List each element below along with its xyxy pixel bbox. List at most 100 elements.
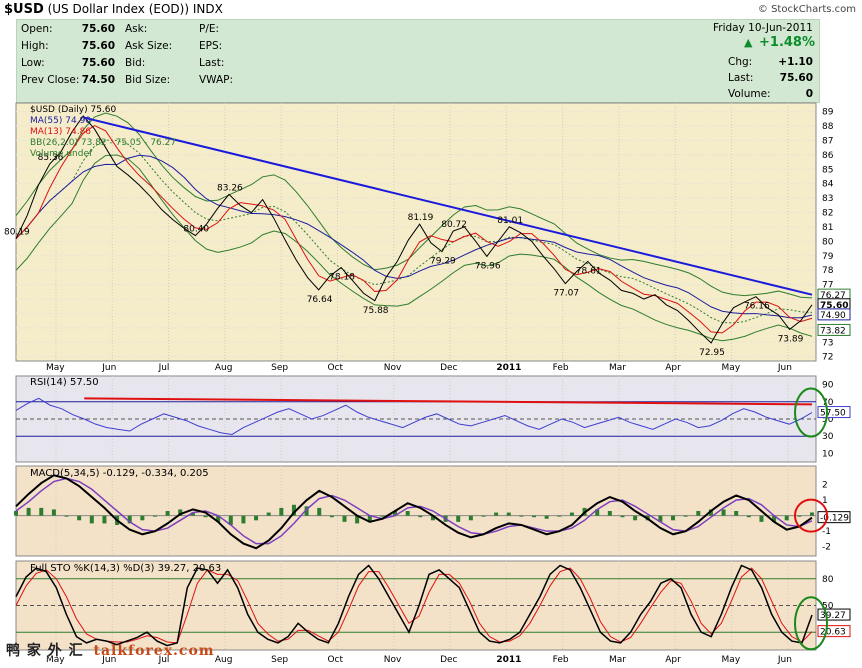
- y-tick-label: 78: [822, 266, 834, 276]
- legend-entry: BB(26,2.0) 73.82 - 75.05 - 76.27: [30, 138, 176, 148]
- price-annotation: 78.61: [576, 266, 602, 276]
- macd-histogram-bar: [544, 515, 549, 519]
- price-value-label: 73.82: [820, 326, 846, 336]
- legend-entry: MA(13) 74.86: [30, 127, 91, 137]
- x-tick-label: Aug: [215, 363, 233, 373]
- x-tick-label: Feb: [553, 655, 569, 665]
- y-tick-label: 10: [822, 449, 834, 459]
- x-tick-label: Mar: [609, 363, 626, 373]
- macd-histogram-bar: [633, 515, 638, 521]
- y-tick-label: 79: [822, 252, 834, 262]
- y-tick-label: 82: [822, 209, 833, 219]
- x-tick-label: Nov: [384, 363, 402, 373]
- macd-histogram-bar: [557, 515, 562, 517]
- y-tick-label: 89: [822, 108, 834, 118]
- y-tick-label: -2: [822, 543, 831, 553]
- macd-histogram-bar: [102, 515, 107, 524]
- x-tick-label: Nov: [384, 655, 402, 665]
- macd-histogram-bar: [266, 512, 271, 516]
- macd-histogram-bar: [797, 515, 802, 517]
- x-tick-label: Dec: [440, 363, 457, 373]
- macd-histogram-bar: [784, 515, 789, 521]
- x-tick-label: Apr: [665, 363, 681, 373]
- sto-value-label: 20.63: [820, 628, 846, 638]
- macd-histogram-bar: [607, 511, 612, 516]
- macd-histogram-bar: [810, 512, 814, 516]
- macd-histogram-bar: [569, 512, 574, 516]
- macd-histogram-bar: [734, 511, 739, 516]
- price-annotation: 77.07: [553, 289, 579, 299]
- macd-value-label: -0.129: [820, 514, 849, 524]
- macd-histogram-bar: [329, 515, 334, 518]
- macd-histogram-bar: [140, 515, 145, 521]
- legend-entry: $USD (Daily) 75.60: [30, 105, 117, 115]
- x-tick-label: Aug: [215, 655, 233, 665]
- y-tick-label: 72: [822, 353, 833, 363]
- x-tick-label: May: [722, 363, 741, 373]
- macd-histogram-bar: [468, 515, 473, 521]
- macd-histogram-bar: [519, 515, 524, 517]
- legend-entry: Volume undef: [30, 149, 93, 159]
- y-tick-label: 85: [822, 165, 833, 175]
- price-annotation: 83.26: [217, 183, 243, 193]
- macd-histogram-bar: [380, 515, 385, 517]
- chart-canvas: MayMayJunJunJulJulAugAugSepSepOctOctNovN…: [4, 102, 851, 665]
- price-annotation: 81.01: [497, 216, 523, 226]
- macd-histogram-bar: [494, 512, 499, 516]
- price-annotation: 78.96: [475, 261, 501, 271]
- macd-histogram-bar: [203, 515, 208, 518]
- y-tick-label: 90: [822, 381, 834, 391]
- price-annotation: 75.88: [363, 306, 389, 316]
- y-tick-label: 83: [822, 194, 833, 204]
- macd-histogram-bar: [696, 511, 701, 516]
- macd-histogram-bar: [152, 515, 157, 517]
- macd-histogram-bar: [671, 515, 676, 521]
- y-tick-label: 84: [822, 180, 834, 190]
- x-tick-label: May: [722, 655, 741, 665]
- x-tick-label: Feb: [553, 363, 569, 373]
- macd-histogram-bar: [620, 515, 625, 518]
- panel-bg-2: [15, 465, 817, 557]
- price-annotation: 78.18: [329, 273, 355, 283]
- sto-value-label: 39.27: [820, 611, 846, 621]
- macd-histogram-bar: [89, 515, 94, 524]
- rsi-value-label: 57.50: [820, 409, 846, 419]
- macd-histogram-bar: [481, 515, 486, 517]
- price-value-label: 74.90: [820, 311, 846, 321]
- price-annotation: 80.19: [4, 228, 30, 238]
- macd-histogram-bar: [418, 515, 423, 518]
- x-tick-label: Oct: [327, 363, 343, 373]
- x-tick-label: Oct: [327, 655, 343, 665]
- x-tick-label: 2011: [496, 655, 521, 665]
- x-tick-label: Jun: [777, 363, 792, 373]
- macd-histogram-bar: [506, 512, 511, 516]
- macd-histogram-bar: [683, 515, 688, 517]
- y-tick-label: 80: [822, 237, 834, 247]
- legend-entry: MA(55) 74.90: [30, 116, 91, 126]
- macd-histogram-bar: [254, 515, 259, 521]
- price-annotation: 80.40: [183, 225, 209, 235]
- macd-histogram-bar: [39, 507, 44, 516]
- y-tick-label: 73: [822, 338, 833, 348]
- x-tick-label: Sep: [271, 363, 288, 373]
- y-tick-label: 87: [822, 136, 833, 146]
- macd-legend: MACD(5,34,5) -0.129, -0.334, 0.205: [30, 468, 209, 479]
- price-annotation: 73.89: [778, 334, 804, 344]
- y-tick-label: 80: [822, 575, 834, 585]
- price-annotation: 80.72: [441, 220, 467, 230]
- macd-histogram-bar: [64, 515, 69, 517]
- price-annotation: 76.16: [744, 302, 770, 312]
- x-tick-label: Jul: [158, 363, 170, 373]
- macd-histogram-bar: [721, 509, 726, 516]
- y-tick-label: 81: [822, 223, 833, 233]
- x-tick-label: Apr: [665, 655, 681, 665]
- macd-histogram-bar: [77, 515, 82, 521]
- y-tick-label: -1: [822, 527, 831, 537]
- macd-histogram-bar: [165, 511, 170, 516]
- macd-histogram-bar: [759, 515, 764, 522]
- x-tick-label: May: [46, 363, 65, 373]
- x-tick-label: Mar: [609, 655, 626, 665]
- price-annotation: 79.29: [430, 257, 456, 267]
- y-tick-label: 30: [822, 432, 834, 442]
- macd-histogram-bar: [26, 507, 31, 516]
